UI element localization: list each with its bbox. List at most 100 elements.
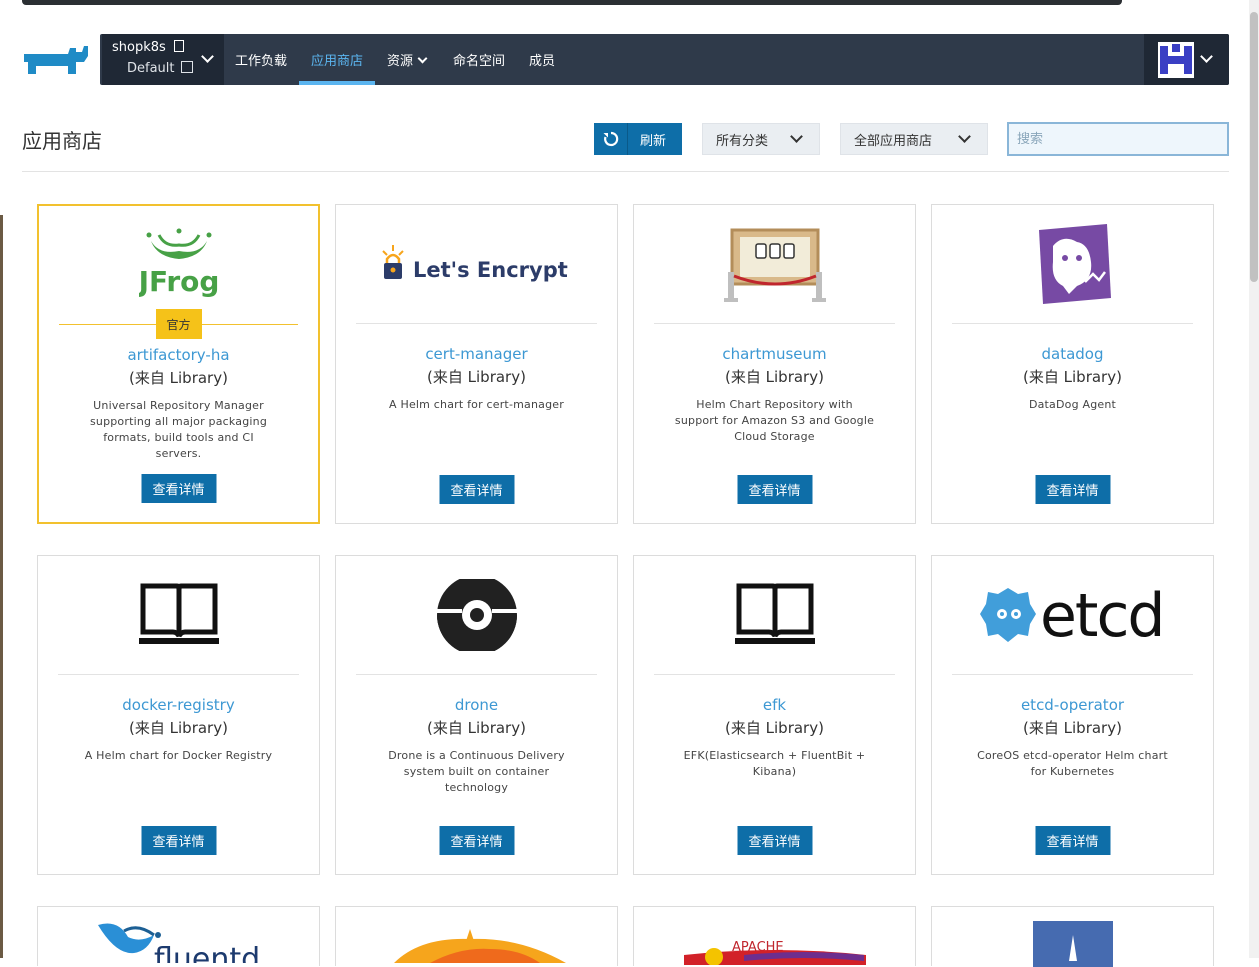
etcd-logo-text: etcd [1040,581,1164,650]
app-name[interactable]: drone [336,696,617,714]
card-divider [654,323,895,324]
app-description: DataDog Agent [1028,398,1117,411]
app-card-helm[interactable] [931,906,1214,967]
view-details-button[interactable]: 查看详情 [141,474,216,503]
app-card-artifactory-ha[interactable]: JFrog 官方 artifactory-ha (来自 Library) Uni… [37,204,320,524]
etcd-logo: etcd [932,556,1213,674]
app-card-apache[interactable]: APACHE [633,906,916,966]
app-description: Drone is a Continuous Delivery system bu… [388,749,565,794]
app-name[interactable]: etcd-operator [932,696,1213,714]
nav-members[interactable]: 成员 [529,50,555,69]
chevron-down-icon [1200,50,1213,63]
view-details-button[interactable]: 查看详情 [141,826,216,855]
app-card-datadog[interactable]: datadog (来自 Library) DataDog Agent 查看详情 [931,204,1214,524]
app-card-docker-registry[interactable]: docker-registry (来自 Library) A Helm char… [37,555,320,875]
app-card-chartmuseum[interactable]: chartmuseum (来自 Library) Helm Chart Repo… [633,204,916,524]
window-edge [0,215,3,958]
top-nav: shopk8s Default 工作负载 应用商店 资源 命名空间 成员 [100,34,1229,85]
app-name[interactable]: cert-manager [336,345,617,363]
book-icon [38,556,319,674]
card-divider [952,674,1193,675]
app-name[interactable]: chartmuseum [634,345,915,363]
chartmuseum-logo [634,205,915,323]
card-divider [654,674,895,675]
app-name[interactable]: artifactory-ha [39,346,318,364]
fluentd-logo: fluentd [98,923,260,963]
app-name[interactable]: docker-registry [38,696,319,714]
app-card-etcd-operator[interactable]: etcd etcd-operator (来自 Library) CoreOS e… [931,555,1214,875]
nav-namespaces[interactable]: 命名空间 [453,50,505,69]
nav-active-indicator [299,81,375,85]
fluentd-logo-text: fluentd [154,942,260,963]
page-titlebar: 应用商店 刷新 所有分类 全部应用商店 [22,120,1229,172]
app-source: (来自 Library) [725,719,824,737]
app-source: (来自 Library) [427,368,526,386]
card-divider [356,674,597,675]
view-details-button[interactable]: 查看详情 [1035,475,1110,504]
app-description: CoreOS etcd-operator Helm chart for Kube… [977,749,1168,778]
jfrog-logo: JFrog [39,206,318,324]
app-header: shopk8s Default 工作负载 应用商店 资源 命名空间 成员 [0,34,1259,86]
cluster-doc-icon [173,40,184,52]
card-divider [58,674,299,675]
chevron-down-icon [417,53,428,64]
app-card-fluentd[interactable]: fluentd [37,906,320,966]
nav-catalog-apps[interactable]: 应用商店 [311,50,363,69]
app-description: A Helm chart for Docker Registry [84,749,273,762]
app-card-efk[interactable]: efk (来自 Library) EFK(Elasticsearch + Flu… [633,555,916,875]
app-source: (来自 Library) [129,369,228,387]
catalog-select[interactable]: 全部应用商店 [840,123,988,155]
search-input[interactable] [1007,122,1229,156]
book-icon [634,556,915,674]
cluster-name: shopk8s [112,40,184,55]
datadog-logo [932,205,1213,323]
drone-logo [336,556,617,674]
app-description: Helm Chart Repository with support for A… [674,398,875,443]
official-badge: 官方 [155,309,202,339]
view-details-button[interactable]: 查看详情 [439,826,514,855]
jfrog-logo-text: JFrog [139,265,219,298]
card-divider [356,323,597,324]
page-title: 应用商店 [22,129,102,153]
cluster-switcher[interactable]: shopk8s Default [102,34,224,85]
helm-logo [1033,921,1113,967]
app-card-grafana[interactable] [335,906,618,966]
rancher-logo[interactable] [22,42,92,78]
app-source: (来自 Library) [129,719,228,737]
card-divider [952,323,1193,324]
app-name[interactable]: datadog [932,345,1213,363]
app-card-cert-manager[interactable]: Let's Encrypt cert-manager (来自 Library) … [335,204,618,524]
avatar [1158,42,1194,78]
refresh-icon [594,123,628,155]
app-description: A Helm chart for cert-manager [389,398,564,411]
view-details-button[interactable]: 查看详情 [439,475,514,504]
user-menu[interactable] [1144,34,1229,85]
folder-icon [180,61,193,73]
scrollbar[interactable] [1249,0,1259,958]
namespace-name: Default [127,61,193,76]
app-name[interactable]: efk [634,696,915,714]
app-card-drone[interactable]: drone (来自 Library) Drone is a Continuous… [335,555,618,875]
browser-top-strip [0,0,1259,8]
view-details-button[interactable]: 查看详情 [737,475,812,504]
app-description: EFK(Elasticsearch + FluentBit + Kibana) [683,749,866,778]
category-select-value: 所有分类 [716,133,769,149]
app-source: (来自 Library) [725,368,824,386]
category-select[interactable]: 所有分类 [702,123,820,155]
view-details-button[interactable]: 查看详情 [1035,826,1110,855]
app-source: (来自 Library) [1023,719,1122,737]
scrollbar-thumb[interactable] [1250,12,1258,282]
lets-encrypt-logo-text: Let's Encrypt [413,258,568,282]
chevron-down-icon [790,130,803,143]
app-description: Universal Repository Manager supporting … [89,399,268,460]
nav-resources[interactable]: 资源 [387,50,428,69]
app-source: (来自 Library) [1023,368,1122,386]
app-source: (来自 Library) [427,719,526,737]
chevron-down-icon [958,130,971,143]
catalog-select-value: 全部应用商店 [854,133,933,149]
chevron-down-icon [201,50,214,63]
refresh-label: 刷新 [640,133,667,149]
nav-workloads[interactable]: 工作负载 [235,50,287,69]
view-details-button[interactable]: 查看详情 [737,826,812,855]
refresh-button[interactable]: 刷新 [594,123,682,155]
